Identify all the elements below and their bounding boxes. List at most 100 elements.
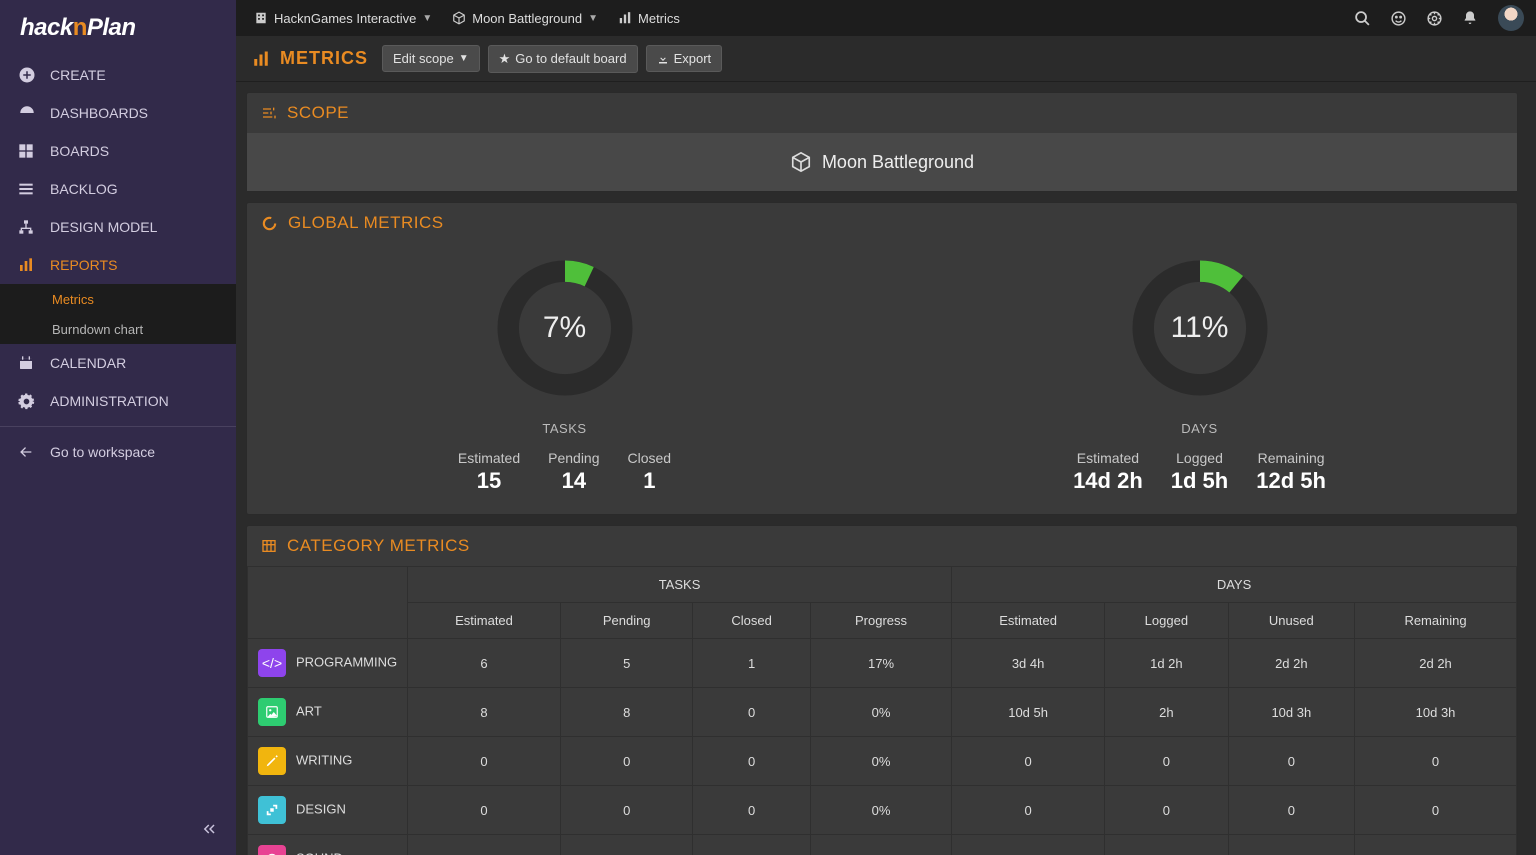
sidebar: hacknPlan CREATE DASHBOARDS BOARDS BACKL… bbox=[0, 0, 236, 855]
breadcrumb-label: Metrics bbox=[638, 11, 680, 26]
table-cell: 0 bbox=[1355, 786, 1517, 835]
table-cell: 1 bbox=[693, 639, 811, 688]
breadcrumb-label: Moon Battleground bbox=[472, 11, 582, 26]
global-metrics-panel: GLOBAL METRICS 7% TASKS Estimated 15 Pendi… bbox=[246, 202, 1518, 515]
table-cell: 0 bbox=[561, 835, 693, 855]
nav-label: CALENDAR bbox=[50, 355, 126, 371]
nav-boards[interactable]: BOARDS bbox=[0, 132, 236, 170]
column-header: Closed bbox=[693, 603, 811, 639]
table-cell: 0 bbox=[408, 737, 561, 786]
smiley-icon[interactable] bbox=[1384, 4, 1412, 32]
breadcrumb-page[interactable]: Metrics bbox=[612, 11, 686, 26]
stat-label: Closed bbox=[628, 450, 672, 466]
nav-label: BACKLOG bbox=[50, 181, 118, 197]
stat-value: 1 bbox=[628, 468, 672, 494]
arrow-left-icon bbox=[18, 444, 50, 460]
stat: Logged1d 5h bbox=[1171, 450, 1228, 494]
nav-admin[interactable]: ADMINISTRATION bbox=[0, 382, 236, 420]
table-row: WRITING0000%0000 bbox=[248, 737, 1517, 786]
topbar: HacknGames Interactive ▼ Moon Battlegrou… bbox=[236, 0, 1536, 36]
breadcrumb-project[interactable]: Moon Battleground ▼ bbox=[446, 11, 604, 26]
bar-chart-icon bbox=[252, 50, 270, 68]
gear-icon bbox=[18, 393, 50, 410]
search-icon[interactable] bbox=[1348, 4, 1376, 32]
table-cell: 0 bbox=[693, 835, 811, 855]
stat-label: Pending bbox=[548, 450, 599, 466]
category-name: ART bbox=[248, 688, 408, 737]
nav-calendar[interactable]: CALENDAR bbox=[0, 344, 236, 382]
category-chip-icon bbox=[258, 698, 286, 726]
category-name: DESIGN bbox=[248, 786, 408, 835]
table-cell: 2h bbox=[1105, 688, 1229, 737]
stat-label: Estimated bbox=[458, 450, 520, 466]
scope-value: Moon Battleground bbox=[247, 133, 1517, 191]
collapse-sidebar-icon[interactable] bbox=[200, 820, 218, 843]
category-chip-icon: </> bbox=[258, 649, 286, 677]
download-icon bbox=[657, 53, 669, 65]
table-cell: 0 bbox=[1355, 737, 1517, 786]
nav-label: CREATE bbox=[50, 67, 106, 83]
table-cell: 0 bbox=[952, 786, 1105, 835]
nav-list: CREATE DASHBOARDS BOARDS BACKLOG DESIGN … bbox=[0, 56, 236, 476]
table-cell: 0% bbox=[810, 786, 951, 835]
global-header: GLOBAL METRICS bbox=[247, 203, 1517, 243]
toolbar: METRICS Edit scope▼ ★Go to default board… bbox=[236, 36, 1536, 82]
column-header: Estimated bbox=[408, 603, 561, 639]
column-header: Progress bbox=[810, 603, 951, 639]
grid-icon bbox=[18, 143, 50, 159]
bell-icon[interactable] bbox=[1456, 4, 1484, 32]
nav-label: Burndown chart bbox=[52, 322, 143, 337]
stat-value: 12d 5h bbox=[1256, 468, 1326, 494]
nav-dashboards[interactable]: DASHBOARDS bbox=[0, 94, 236, 132]
nav-backlog[interactable]: BACKLOG bbox=[0, 170, 236, 208]
nav-reports[interactable]: REPORTS bbox=[0, 246, 236, 284]
category-chip-icon bbox=[258, 845, 286, 855]
gauge-icon bbox=[18, 104, 50, 122]
logo[interactable]: hacknPlan bbox=[0, 0, 236, 56]
table-row: ART8800%10d 5h2h10d 3h10d 3h bbox=[248, 688, 1517, 737]
column-header: Estimated bbox=[952, 603, 1105, 639]
stat-label: Remaining bbox=[1256, 450, 1326, 466]
table-cell: 10d 5h bbox=[952, 688, 1105, 737]
table-cell: 0 bbox=[1228, 737, 1354, 786]
stat-value: 1d 5h bbox=[1171, 468, 1228, 494]
stat: Pending 14 bbox=[548, 450, 599, 494]
table-cell: 0 bbox=[1355, 835, 1517, 855]
sliders-icon bbox=[261, 105, 277, 121]
scope-panel: SCOPE Moon Battleground bbox=[246, 92, 1518, 192]
table-cell: 0 bbox=[1228, 835, 1354, 855]
column-header: Remaining bbox=[1355, 603, 1517, 639]
stat: Estimated 15 bbox=[458, 450, 520, 494]
caret-down-icon: ▼ bbox=[459, 53, 469, 64]
tasks-percent: 7% bbox=[490, 253, 640, 403]
star-icon: ★ bbox=[499, 51, 511, 67]
table-cell: 0% bbox=[810, 737, 951, 786]
nav-design-model[interactable]: DESIGN MODEL bbox=[0, 208, 236, 246]
content-scroll[interactable]: SCOPE Moon Battleground GLOBAL METRICS bbox=[236, 82, 1536, 855]
nav-create[interactable]: CREATE bbox=[0, 56, 236, 94]
nav-workspace[interactable]: Go to workspace bbox=[0, 426, 236, 476]
days-caption: DAYS bbox=[1181, 421, 1217, 436]
export-button[interactable]: Export bbox=[646, 45, 723, 72]
edit-scope-button[interactable]: Edit scope▼ bbox=[382, 45, 480, 72]
nav-label: DESIGN MODEL bbox=[50, 219, 157, 235]
table-cell: 10d 3h bbox=[1355, 688, 1517, 737]
scope-header: SCOPE bbox=[247, 93, 1517, 133]
col-group-tasks: TASKS bbox=[408, 567, 952, 603]
stat-value: 14 bbox=[548, 468, 599, 494]
nav-burndown[interactable]: Burndown chart bbox=[0, 314, 236, 344]
breadcrumb-org[interactable]: HacknGames Interactive ▼ bbox=[248, 11, 438, 26]
category-chip-icon bbox=[258, 796, 286, 824]
default-board-button[interactable]: ★Go to default board bbox=[488, 45, 638, 73]
nav-metrics[interactable]: Metrics bbox=[0, 284, 236, 314]
cube-icon bbox=[790, 151, 812, 173]
table-cell: 3d 4h bbox=[952, 639, 1105, 688]
caret-down-icon: ▼ bbox=[588, 13, 598, 24]
category-metrics-panel: CATEGORY METRICS TASKS DAYS EstimatedPen… bbox=[246, 525, 1518, 855]
table-cell: 0 bbox=[1228, 786, 1354, 835]
help-icon[interactable] bbox=[1420, 4, 1448, 32]
tasks-caption: TASKS bbox=[542, 421, 586, 436]
avatar[interactable] bbox=[1498, 5, 1524, 31]
table-cell: 1d 2h bbox=[1105, 639, 1229, 688]
stat-value: 15 bbox=[458, 468, 520, 494]
